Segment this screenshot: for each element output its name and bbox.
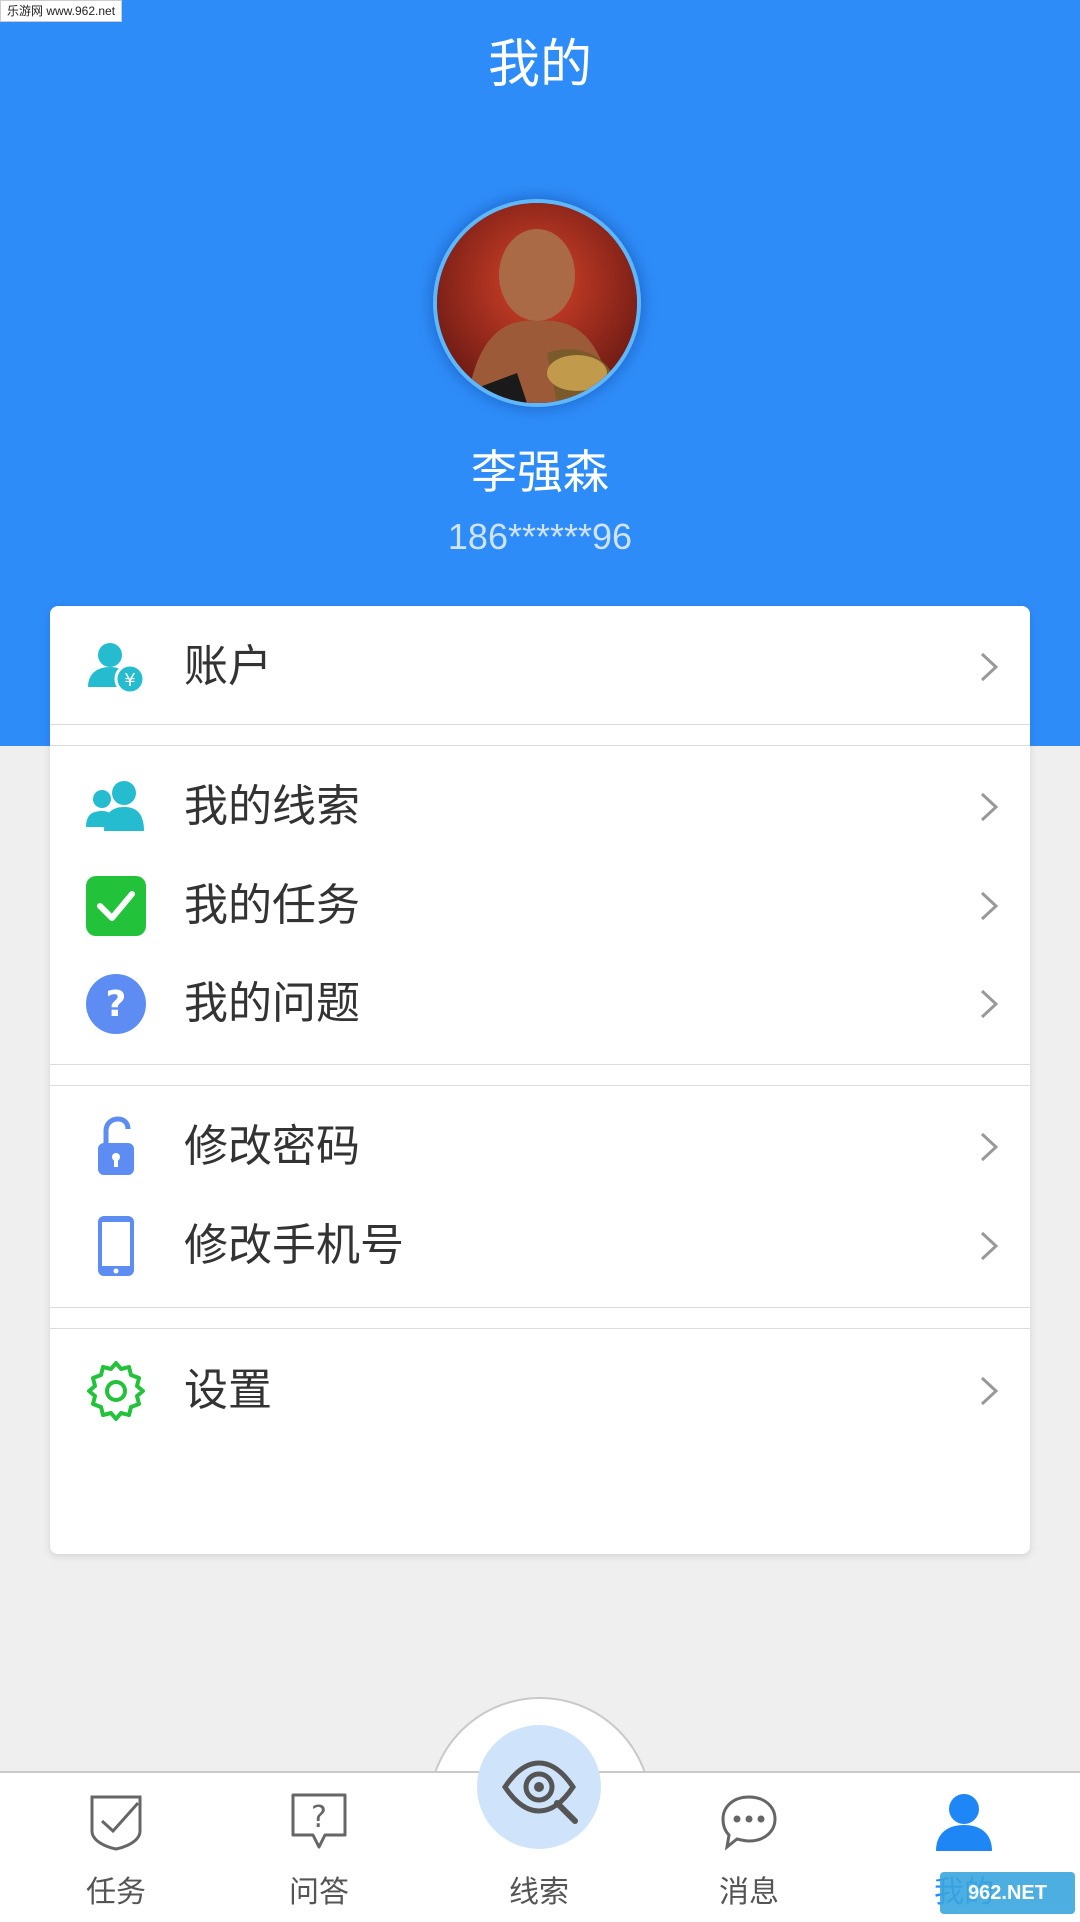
chevron-right-icon: [980, 1231, 999, 1261]
check-box-icon: [86, 876, 146, 936]
tab-clues[interactable]: 线索: [469, 1771, 609, 1920]
svg-text:?: ?: [106, 984, 127, 1025]
account-yen-icon: ¥: [88, 643, 146, 695]
menu-item-my-questions[interactable]: ? 我的问题: [50, 956, 1030, 1052]
menu-item-change-phone-label: 修改手机号: [184, 1220, 404, 1271]
menu-item-account-label: 账户: [184, 641, 272, 692]
section-divider: [50, 1307, 1030, 1329]
chevron-right-icon: [980, 792, 999, 822]
menu-item-my-tasks-label: 我的任务: [184, 880, 360, 931]
section-divider: [50, 724, 1030, 746]
menu-item-my-clues[interactable]: 我的线索: [50, 759, 1030, 855]
tab-qa-label: 问答: [289, 1875, 349, 1910]
question-circle-icon: ?: [86, 974, 146, 1034]
svg-text:?: ?: [311, 1800, 327, 1835]
menu-item-account[interactable]: ¥ 账户: [50, 619, 1030, 715]
tab-tasks-label: 任务: [86, 1875, 146, 1910]
menu-item-my-clues-label: 我的线索: [184, 781, 360, 832]
svg-text:¥: ¥: [124, 670, 135, 691]
unlock-icon: [98, 1116, 134, 1175]
task-check-icon: [90, 1795, 142, 1851]
menu-item-settings-label: 设置: [184, 1365, 272, 1416]
people-icon: [86, 781, 144, 831]
page-title: 我的: [487, 35, 592, 95]
tab-clues-label: 线索: [509, 1875, 569, 1910]
chevron-right-icon: [980, 891, 999, 921]
user-name: 李强森: [471, 445, 609, 499]
site-logo: 962.NET: [940, 1872, 1075, 1914]
phone-icon: [98, 1216, 134, 1276]
menu-card: ¥ 账户 我的线索 我的任务 ? 我的问题 修改密码 修改手机号 设置: [50, 606, 1030, 1554]
chevron-right-icon: [980, 652, 999, 682]
chat-bubble-icon: [721, 1795, 777, 1851]
menu-item-change-password[interactable]: 修改密码: [50, 1099, 1030, 1195]
chevron-right-icon: [980, 989, 999, 1019]
tab-messages-label: 消息: [719, 1875, 779, 1910]
tab-messages[interactable]: 消息: [679, 1771, 819, 1920]
avatar[interactable]: [437, 203, 637, 403]
gear-icon: [87, 1361, 145, 1421]
tab-qa[interactable]: ? 问答: [249, 1771, 389, 1920]
user-icon: [936, 1794, 992, 1851]
menu-item-my-questions-label: 我的问题: [184, 978, 360, 1029]
menu-item-change-phone[interactable]: 修改手机号: [50, 1198, 1030, 1294]
watermark: 乐游网 www.962.net: [0, 0, 123, 22]
menu-item-my-tasks[interactable]: 我的任务: [50, 858, 1030, 954]
menu-item-settings[interactable]: 设置: [50, 1343, 1030, 1439]
tab-tasks[interactable]: 任务: [46, 1771, 186, 1920]
chevron-right-icon: [980, 1376, 999, 1406]
user-phone: 186******96: [447, 516, 633, 557]
menu-item-change-password-label: 修改密码: [184, 1121, 360, 1172]
question-bubble-icon: ?: [291, 1793, 347, 1849]
section-divider: [50, 1064, 1030, 1086]
chevron-right-icon: [980, 1132, 999, 1162]
avatar-photo: [437, 203, 637, 403]
